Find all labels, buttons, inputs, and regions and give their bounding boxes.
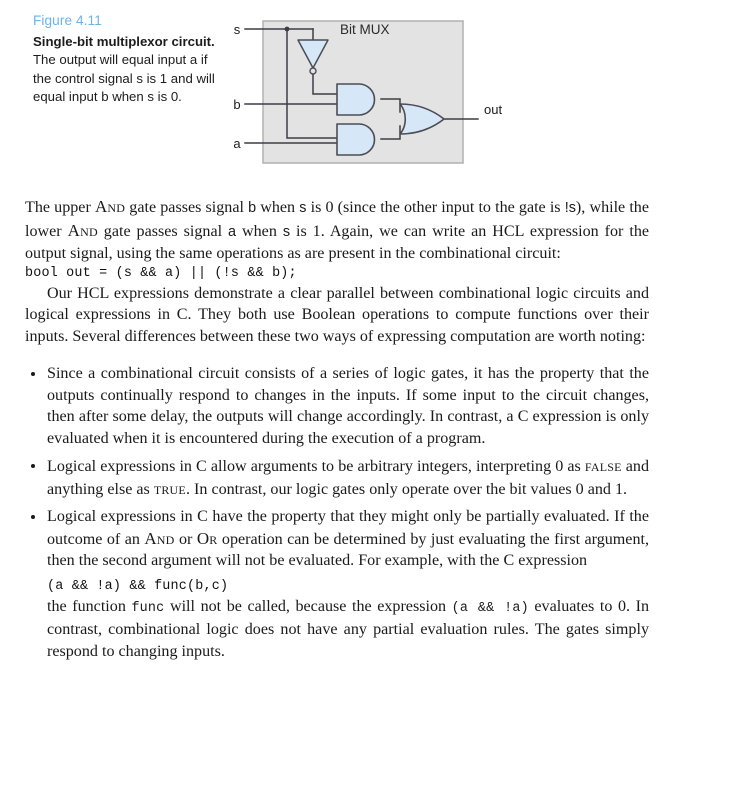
bullet-3-part-b: or <box>174 530 197 548</box>
input-label-a: a <box>233 136 241 151</box>
smallcaps-and-1: And <box>94 197 126 216</box>
and-gate-upper <box>336 83 376 116</box>
inline-var-s-2: s <box>282 223 291 240</box>
inline-var-a: a <box>228 223 237 240</box>
bullet-dot-icon <box>31 371 36 376</box>
figure-title: Single-bit multiplexor circuit. <box>33 33 215 49</box>
paragraph-3: the function func will not be called, be… <box>47 596 649 663</box>
para1-part-g: when <box>236 222 283 240</box>
bullet-2-part-c: . In contrast, our logic gates only oper… <box>185 480 628 498</box>
list-item: Logical expressions in C allow arguments… <box>25 455 649 500</box>
para1-part-a: The upper <box>25 199 95 216</box>
body-text-column: The upper And gate passes signal b when … <box>25 196 649 662</box>
smallcaps-true: true <box>153 478 186 498</box>
and-gate-lower <box>336 123 376 156</box>
bullet-list: Since a combinational circuit consists o… <box>25 363 649 572</box>
para3-part-b: will not be called, because the expressi… <box>164 597 452 615</box>
list-item: Logical expressions in C have the proper… <box>25 506 649 572</box>
figure-number: Figure 4.11 <box>33 13 102 28</box>
inline-var-b: b <box>248 200 257 216</box>
paragraph-2: Our HCL expressions demonstrate a clear … <box>25 284 649 345</box>
wire-junction-dot <box>284 26 290 32</box>
smallcaps-and-2: And <box>67 220 98 240</box>
bullet-dot-icon <box>31 514 36 519</box>
inline-code-expr: (a && !a) <box>451 600 529 616</box>
inline-code-func: func <box>131 600 165 616</box>
para1-part-d: is 0 (since the other input to the gate … <box>306 199 565 216</box>
smallcaps-and-3: And <box>144 528 175 548</box>
inline-var-not-s: !s <box>564 200 576 216</box>
bit-mux-label: Bit MUX <box>340 22 390 37</box>
para1-part-c: when <box>256 199 300 216</box>
input-label-b: b <box>233 97 240 112</box>
bullet-dot-icon <box>31 463 36 468</box>
bullet-1-text: Since a combinational circuit consists o… <box>47 365 649 447</box>
para1-part-b: gate passes signal <box>125 199 249 216</box>
code-block-2: (a && !a) && func(b,c) <box>47 578 229 594</box>
circuit-diagram: s b a out Bit MUX <box>228 8 528 166</box>
list-item: Since a combinational circuit consists o… <box>25 363 649 449</box>
input-label-s: s <box>234 22 241 37</box>
output-label-out: out <box>484 102 502 117</box>
not-gate-bubble <box>309 67 317 75</box>
smallcaps-or: Or <box>196 528 218 548</box>
document-page: Figure 4.11 Single-bit multiplexor circu… <box>0 0 739 796</box>
figure-caption: Figure 4.11 Single-bit multiplexor circu… <box>33 12 218 107</box>
paragraph-1: The upper And gate passes signal b when … <box>25 196 649 265</box>
para1-part-f: gate passes signal <box>97 222 229 240</box>
bullet-2-part-a: Logical expressions in C allow arguments… <box>47 458 585 475</box>
code-block-1: bool out = (s && a) || (!s && b); <box>25 265 297 281</box>
para3-part-a: the function <box>47 597 132 615</box>
figure-caption-text: The output will equal input a if the con… <box>33 52 215 105</box>
smallcaps-false: false <box>584 456 622 475</box>
